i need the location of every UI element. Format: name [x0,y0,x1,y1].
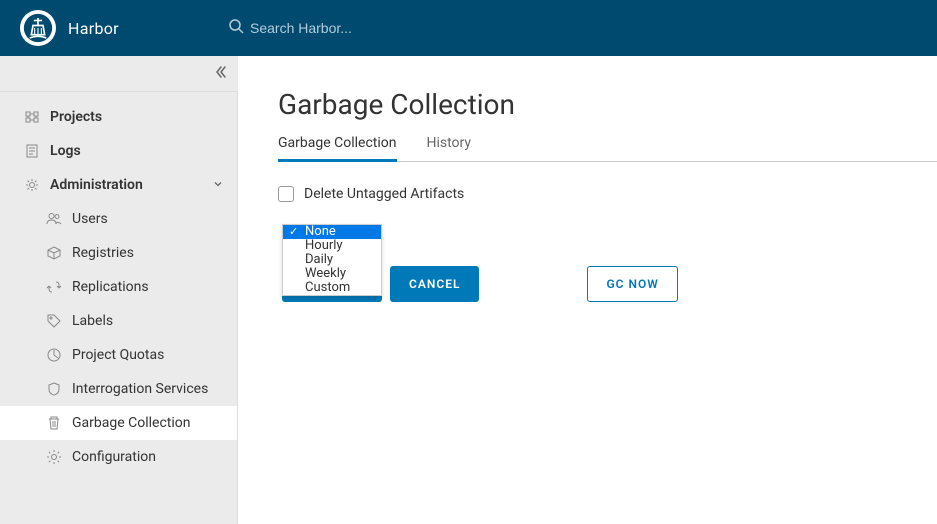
chevron-down-icon [213,178,223,192]
main-inner: Garbage Collection Garbage Collection Hi… [238,56,937,202]
schedule-option-daily[interactable]: Daily [283,253,381,267]
gc-now-button[interactable]: GC NOW [587,266,677,302]
nav-label: Garbage Collection [72,415,191,431]
search-input[interactable] [250,20,550,36]
sidebar-item-administration[interactable]: Administration [0,168,237,202]
sidebar-item-configuration[interactable]: Configuration [0,440,237,474]
harbor-logo-icon [20,10,56,46]
nav-label: Logs [50,143,81,159]
sidebar-item-registries[interactable]: Registries [0,236,237,270]
tabs: Garbage Collection History [278,135,937,162]
registries-icon [46,245,62,261]
delete-untagged-label: Delete Untagged Artifacts [304,186,464,202]
replications-icon [46,279,62,295]
cancel-button[interactable]: CANCEL [390,266,479,302]
delete-untagged-row: Delete Untagged Artifacts [278,186,937,202]
search-icon [228,18,244,38]
main: Garbage Collection Garbage Collection Hi… [238,56,937,524]
search-wrap [228,18,550,38]
sidebar-item-users[interactable]: Users [0,202,237,236]
sidebar: Projects Logs Administration [0,56,238,524]
nav-label: Replications [72,279,149,295]
content-wrap: Projects Logs Administration [0,56,937,524]
header: Harbor [0,0,937,56]
schedule-option-hourly[interactable]: Hourly [283,239,381,253]
tab-garbage-collection[interactable]: Garbage Collection [278,135,397,162]
nav-label: Users [72,211,108,227]
schedule-dropdown: ✓ None Hourly Daily Weekly Custom [282,224,382,296]
brand-name: Harbor [68,19,119,38]
option-label: None [305,224,336,239]
shield-icon [46,381,62,397]
schedule-option-custom[interactable]: Custom [283,281,381,295]
option-label: Weekly [305,266,346,281]
option-label: Hourly [305,238,343,253]
sidebar-item-interrogation-services[interactable]: Interrogation Services [0,372,237,406]
check-icon: ✓ [289,225,298,239]
gear-icon [46,449,62,465]
sidebar-item-logs[interactable]: Logs [0,134,237,168]
sidebar-item-labels[interactable]: Labels [0,304,237,338]
nav-label: Administration [50,177,143,193]
delete-untagged-checkbox[interactable] [278,186,294,202]
sidebar-item-project-quotas[interactable]: Project Quotas [0,338,237,372]
schedule-option-none[interactable]: ✓ None [283,225,381,239]
labels-icon [46,313,62,329]
sidebar-collapse-row [0,56,238,92]
schedule-option-weekly[interactable]: Weekly [283,267,381,281]
nav-label: Labels [72,313,113,329]
nav-label: Configuration [72,449,156,465]
sidebar-item-projects[interactable]: Projects [0,100,237,134]
quotas-icon [46,347,62,363]
sidebar-item-garbage-collection[interactable]: Garbage Collection [0,406,237,440]
page-title: Garbage Collection [278,88,937,121]
nav-label: Registries [72,245,134,261]
option-label: Custom [305,280,350,295]
option-label: Daily [305,252,333,267]
nav-label: Project Quotas [72,347,164,363]
logo-wrap: Harbor [20,10,206,46]
logs-icon [24,143,40,159]
trash-icon [46,415,62,431]
sidebar-nav: Projects Logs Administration [0,92,237,474]
sidebar-item-replications[interactable]: Replications [0,270,237,304]
admin-icon [24,177,40,193]
tab-history[interactable]: History [427,135,472,162]
nav-label: Projects [50,109,102,125]
users-icon [46,211,62,227]
nav-label: Interrogation Services [72,381,208,397]
collapse-icon[interactable] [214,65,228,83]
form-area: Delete Untagged Artifacts CANCEL GC NOW … [278,162,937,202]
projects-icon [24,109,40,125]
